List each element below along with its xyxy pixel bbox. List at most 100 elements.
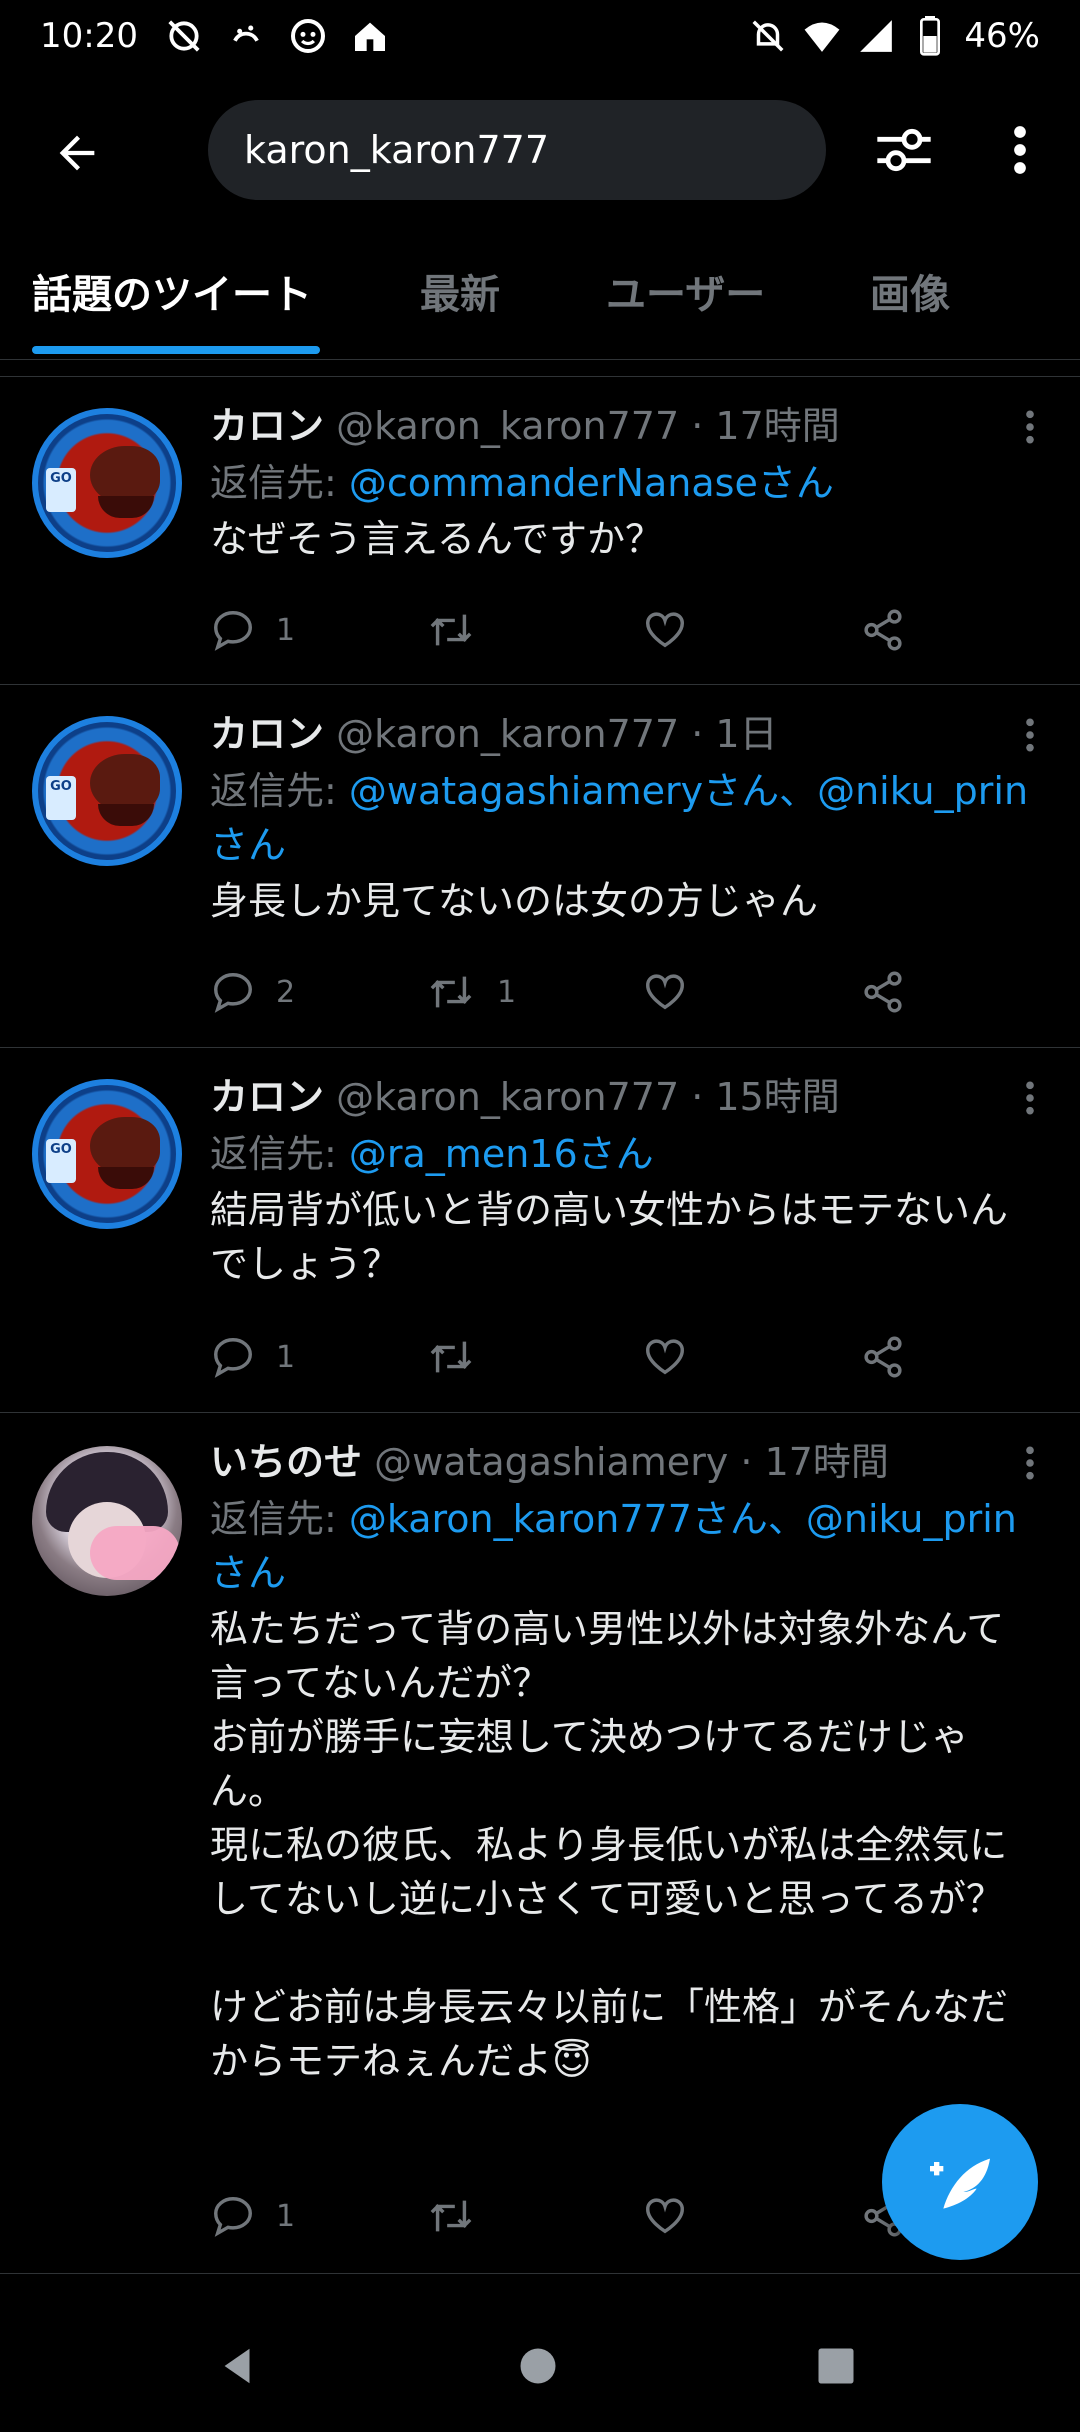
battery-icon xyxy=(910,16,950,56)
share-icon xyxy=(864,609,902,651)
tweet-time: · 17時間 xyxy=(691,404,840,448)
display-name[interactable]: カロン xyxy=(210,712,324,756)
reply-icon xyxy=(214,2197,252,2237)
kids-face-icon xyxy=(288,16,328,56)
reply-button[interactable]: 2 xyxy=(210,962,295,1022)
heart-icon xyxy=(646,1339,684,1375)
reply-icon xyxy=(214,1338,252,1378)
tweet[interactable]: GO カロン @karon_karon777 · 1日 返信先: @wataga… xyxy=(0,686,1080,1048)
voicemail-icon xyxy=(226,16,266,56)
like-button[interactable] xyxy=(642,2186,708,2246)
display-name[interactable]: いちのせ xyxy=(210,1440,362,1484)
reply-prefix: 返信先: xyxy=(210,1132,349,1176)
retweet-icon xyxy=(430,976,472,1008)
user-handle: @watagashiamery xyxy=(374,1440,729,1484)
more-vertical-icon xyxy=(1026,718,1034,752)
signal-icon xyxy=(856,16,896,56)
tab-images[interactable]: 画像 xyxy=(870,262,950,320)
wifi-icon xyxy=(802,16,842,56)
home-icon xyxy=(350,16,390,56)
tweet-menu-button[interactable] xyxy=(1010,1438,1050,1488)
tweet-text: 結局背が低いと背の高い女性からはモテないんでしょう？ xyxy=(210,1188,1009,1286)
reply-button[interactable]: 1 xyxy=(210,600,295,660)
tweet-time: · 15時間 xyxy=(691,1075,840,1119)
tweet-actions: 1 xyxy=(210,1327,1000,1387)
go-badge-icon: GO xyxy=(46,1139,76,1183)
display-name[interactable]: カロン xyxy=(210,1075,324,1119)
search-input[interactable]: karon_karon777 xyxy=(208,100,826,200)
more-vertical-icon xyxy=(1026,1446,1034,1480)
user-handle: @karon_karon777 xyxy=(336,712,680,756)
go-badge-icon: GO xyxy=(46,468,76,512)
share-button[interactable] xyxy=(860,1327,906,1387)
reply-prefix: 返信先: xyxy=(210,769,349,813)
more-vertical-icon xyxy=(1026,410,1034,444)
reply-button[interactable]: 1 xyxy=(210,2186,295,2246)
search-filter-button[interactable] xyxy=(866,112,942,188)
arrow-left-icon xyxy=(59,135,95,171)
search-query: karon_karon777 xyxy=(244,128,550,172)
mute-bell-icon xyxy=(748,16,788,56)
avatar[interactable]: GO xyxy=(32,408,182,558)
like-button[interactable] xyxy=(642,600,708,660)
avatar[interactable] xyxy=(32,1446,182,1596)
avatar[interactable]: GO xyxy=(32,716,182,866)
no-alarm-icon xyxy=(164,16,204,56)
retweet-button[interactable]: 1 xyxy=(425,962,516,1022)
like-button[interactable] xyxy=(642,962,708,1022)
status-time: 10:20 xyxy=(40,16,138,56)
share-icon xyxy=(864,1336,902,1378)
avatar[interactable]: GO xyxy=(32,1079,182,1229)
retweet-count: 1 xyxy=(497,974,517,1010)
like-button[interactable] xyxy=(642,1327,708,1387)
system-nav-bar xyxy=(0,2300,1080,2432)
tweet-actions: 1 xyxy=(210,2186,1000,2246)
retweet-icon xyxy=(430,2200,472,2232)
tweet-menu-button[interactable] xyxy=(1010,402,1050,452)
tweet-text: なぜそう言えるんですか？ xyxy=(210,517,663,561)
user-handle: @karon_karon777 xyxy=(336,1075,680,1119)
active-tab-indicator xyxy=(32,346,320,354)
reply-mention-link[interactable]: @ra_men16さん xyxy=(349,1132,654,1176)
more-vertical-icon xyxy=(1014,126,1026,174)
reply-count: 1 xyxy=(276,612,296,648)
retweet-button[interactable] xyxy=(425,600,497,660)
tweet[interactable]: GO カロン @karon_karon777 · 17時間 返信先: @comm… xyxy=(0,378,1080,685)
compose-feather-icon xyxy=(930,2158,990,2209)
circle-home-icon xyxy=(520,2348,556,2384)
compose-tweet-button[interactable] xyxy=(882,2104,1038,2260)
tweet-time: · 1日 xyxy=(691,712,778,756)
overflow-menu-button[interactable] xyxy=(990,112,1050,188)
share-icon xyxy=(864,971,902,1013)
triangle-back-icon xyxy=(224,2348,250,2384)
reply-prefix: 返信先: xyxy=(210,1497,349,1541)
retweet-button[interactable] xyxy=(425,2186,497,2246)
tweet-text: 私たちだって背の高い男性以外は対象外なんて言ってないんだが？ お前が勝手に妄想し… xyxy=(210,1607,1009,2083)
tweet-menu-button[interactable] xyxy=(1010,710,1050,760)
battery-percent: 46% xyxy=(964,16,1040,56)
reply-button[interactable]: 1 xyxy=(210,1327,295,1387)
tweet[interactable]: GO カロン @karon_karon777 · 15時間 返信先: @ra_m… xyxy=(0,1049,1080,1413)
tweet-actions: 1 xyxy=(210,600,1000,660)
nav-home-button[interactable] xyxy=(502,2330,574,2402)
share-button[interactable] xyxy=(860,962,906,1022)
tweet-menu-button[interactable] xyxy=(1010,1073,1050,1123)
tab-top-tweets[interactable]: 話題のツイート xyxy=(32,262,312,320)
reply-mention-link[interactable]: @commanderNanaseさん xyxy=(349,461,834,505)
retweet-button[interactable] xyxy=(425,1327,497,1387)
nav-back-button[interactable] xyxy=(202,2330,274,2402)
status-bar: 10:20 46% xyxy=(0,0,1080,72)
tab-users[interactable]: ユーザー xyxy=(606,262,765,320)
share-button[interactable] xyxy=(860,600,906,660)
nav-recents-button[interactable] xyxy=(800,2330,872,2402)
tab-latest[interactable]: 最新 xyxy=(420,262,500,320)
tweet-text: 身長しか見てないのは女の方じゃん xyxy=(210,879,819,923)
tweet-actions: 2 1 xyxy=(210,962,1000,1022)
back-button[interactable] xyxy=(40,116,114,190)
sliders-icon xyxy=(877,128,931,172)
heart-icon xyxy=(646,612,684,648)
go-badge-icon: GO xyxy=(46,776,76,820)
display-name[interactable]: カロン xyxy=(210,404,324,448)
reply-count: 2 xyxy=(276,974,296,1010)
reply-icon xyxy=(214,973,252,1013)
